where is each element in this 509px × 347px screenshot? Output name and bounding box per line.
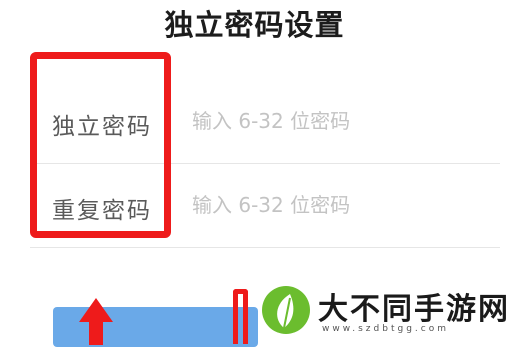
page-title: 独立密码设置 bbox=[164, 8, 345, 42]
highlight-mark bbox=[233, 289, 248, 344]
repeat-password-input[interactable] bbox=[192, 188, 482, 222]
divider bbox=[30, 247, 500, 248]
watermark: 大不同手游网 www.szdbtgg.com bbox=[252, 282, 509, 338]
label-highlight-box bbox=[30, 52, 171, 238]
watermark-brand: 大不同手游网 bbox=[318, 292, 509, 327]
leaf-icon bbox=[262, 286, 310, 334]
watermark-url: www.szdbtgg.com bbox=[322, 324, 449, 334]
independent-password-input[interactable] bbox=[192, 104, 482, 138]
